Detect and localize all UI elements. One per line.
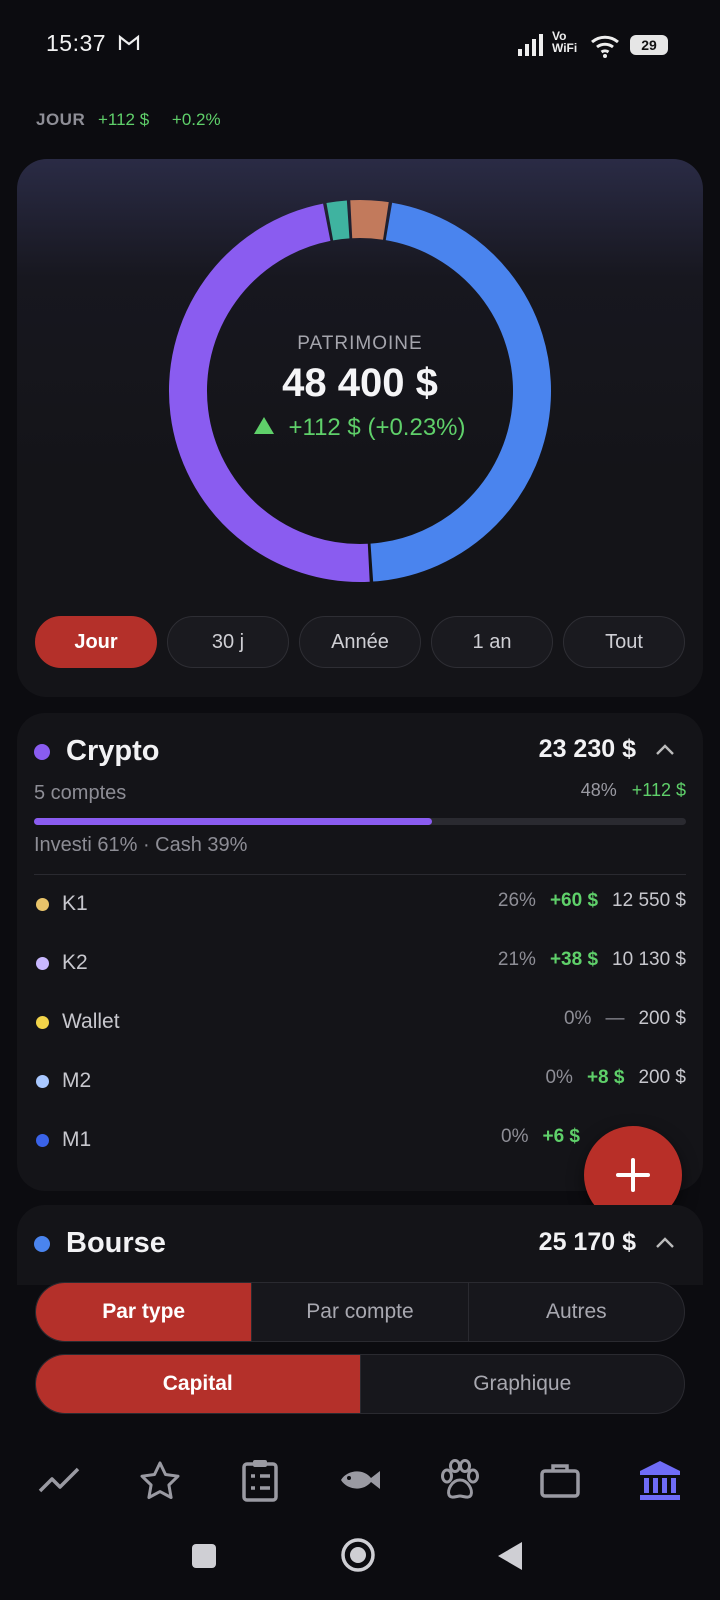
back-button[interactable] bbox=[496, 1540, 524, 1572]
donut-slice-other-2[interactable] bbox=[326, 200, 350, 241]
crypto-summary: 48% +112 $ bbox=[470, 780, 686, 801]
account-change: — bbox=[605, 1008, 625, 1029]
overview-total: 48 400 $ bbox=[282, 361, 438, 405]
crypto-change: +112 $ bbox=[631, 780, 686, 800]
group-by-type[interactable]: Par type bbox=[36, 1283, 253, 1341]
overview-center: PATRIMOINE 48 400 $ +112 $ (+0.23%) bbox=[210, 333, 510, 442]
invest-progress-fill bbox=[34, 818, 432, 825]
nav-pets[interactable] bbox=[430, 1450, 490, 1510]
account-change: +60 $ bbox=[549, 890, 599, 911]
invest-cash-split: Investi 61% · Cash 39% bbox=[34, 834, 248, 856]
recents-button[interactable] bbox=[192, 1544, 216, 1568]
account-row[interactable]: M1 0% +6 $ bbox=[34, 1122, 594, 1162]
account-color-dot bbox=[36, 1016, 49, 1029]
nav-trend[interactable] bbox=[30, 1450, 90, 1510]
account-percent: 0% bbox=[545, 1067, 573, 1088]
system-navigation bbox=[0, 1525, 720, 1600]
view-mode-selector: Capital Graphique bbox=[35, 1354, 685, 1414]
account-color-dot bbox=[36, 957, 49, 970]
account-row[interactable]: M2 0% +8 $ 200 $ bbox=[34, 1063, 686, 1103]
account-amount: 200 $ bbox=[638, 1008, 686, 1029]
crypto-title: Crypto bbox=[66, 735, 160, 767]
home-button[interactable] bbox=[340, 1537, 376, 1573]
day-summary-change: +112 $ bbox=[97, 110, 150, 129]
bottom-navigation bbox=[0, 1440, 720, 1520]
chevron-up-icon[interactable] bbox=[655, 1235, 675, 1249]
bourse-color-dot bbox=[34, 1235, 50, 1252]
donut-slice-other-1[interactable] bbox=[350, 200, 389, 240]
period-tout[interactable]: Tout bbox=[563, 616, 685, 668]
day-summary-label: JOUR bbox=[36, 110, 86, 129]
up-triangle-icon bbox=[254, 417, 275, 434]
group-by-account[interactable]: Par compte bbox=[252, 1283, 469, 1341]
nav-fish[interactable] bbox=[330, 1450, 390, 1510]
wifi-icon bbox=[591, 35, 619, 58]
star-icon bbox=[140, 1461, 180, 1499]
nav-portfolio[interactable] bbox=[530, 1450, 590, 1510]
crypto-total: 23 230 $ bbox=[538, 735, 636, 763]
period-30j[interactable]: 30 j bbox=[167, 616, 289, 668]
account-amount: 12 550 $ bbox=[612, 890, 686, 911]
account-name: M2 bbox=[62, 1069, 92, 1092]
account-percent: 0% bbox=[563, 1008, 592, 1029]
plus-icon bbox=[616, 1158, 650, 1192]
clipboard-icon bbox=[242, 1460, 278, 1502]
account-name: K2 bbox=[62, 951, 88, 974]
account-amount: 200 $ bbox=[638, 1067, 686, 1088]
account-change: +6 $ bbox=[542, 1126, 580, 1147]
account-change: +38 $ bbox=[549, 949, 599, 970]
period-jour[interactable]: Jour bbox=[35, 616, 157, 668]
clock: 15:37 bbox=[46, 30, 107, 56]
bourse-header[interactable]: Bourse bbox=[34, 1227, 166, 1260]
nav-favorites[interactable] bbox=[130, 1450, 190, 1510]
overview-change: +112 $ (+0.23%) bbox=[210, 414, 510, 442]
trend-icon bbox=[38, 1467, 80, 1493]
day-summary: JOUR +112 $ +0.2% bbox=[36, 110, 221, 130]
account-name: Wallet bbox=[62, 1010, 120, 1033]
day-summary-percent: +0.2% bbox=[171, 110, 221, 129]
account-name: M1 bbox=[62, 1128, 92, 1151]
account-row[interactable]: K2 21% +38 $ 10 130 $ bbox=[34, 945, 686, 985]
account-name: K1 bbox=[62, 892, 88, 915]
account-percent: 26% bbox=[497, 890, 536, 911]
overview-label: PATRIMOINE bbox=[297, 333, 423, 354]
view-capital[interactable]: Capital bbox=[36, 1355, 361, 1413]
status-bar: 15:37 Vo WiFi 29 bbox=[0, 0, 720, 96]
crypto-header[interactable]: Crypto bbox=[34, 735, 159, 768]
account-color-dot bbox=[36, 898, 49, 911]
crypto-color-dot bbox=[34, 743, 50, 760]
fish-icon bbox=[341, 1471, 380, 1489]
divider bbox=[34, 874, 686, 875]
nav-bank[interactable] bbox=[630, 1450, 690, 1510]
battery-indicator: 29 bbox=[630, 35, 668, 55]
chevron-up-icon[interactable] bbox=[655, 742, 675, 756]
period-annee[interactable]: Année bbox=[299, 616, 421, 668]
invest-progress-bar bbox=[34, 818, 686, 825]
group-by-other[interactable]: Autres bbox=[469, 1283, 684, 1341]
signal-icon bbox=[518, 34, 543, 56]
account-percent: 0% bbox=[501, 1126, 529, 1147]
account-color-dot bbox=[36, 1075, 49, 1088]
crypto-percent: 48% bbox=[580, 780, 617, 800]
account-amount: 10 130 $ bbox=[612, 949, 686, 970]
briefcase-icon bbox=[540, 1464, 580, 1498]
account-color-dot bbox=[36, 1134, 49, 1147]
period-selector: Jour 30 j Année 1 an Tout bbox=[35, 616, 685, 670]
vowifi-indicator: Vo WiFi bbox=[552, 29, 578, 55]
view-graphique[interactable]: Graphique bbox=[361, 1355, 685, 1413]
bourse-title: Bourse bbox=[66, 1227, 166, 1259]
nav-tasks[interactable] bbox=[230, 1450, 290, 1510]
crypto-accounts-count: 5 comptes bbox=[34, 782, 127, 804]
bourse-total: 25 170 $ bbox=[538, 1228, 636, 1256]
account-row[interactable]: Wallet 0% — 200 $ bbox=[34, 1004, 686, 1044]
paw-icon bbox=[441, 1459, 479, 1499]
period-1an[interactable]: 1 an bbox=[431, 616, 553, 668]
gmail-icon bbox=[118, 34, 140, 50]
account-percent: 21% bbox=[497, 949, 536, 970]
account-change: +8 $ bbox=[586, 1067, 625, 1088]
group-by-selector: Par type Par compte Autres bbox=[35, 1282, 685, 1342]
bank-icon bbox=[640, 1461, 680, 1500]
account-row[interactable]: K1 26% +60 $ 12 550 $ bbox=[34, 886, 686, 926]
